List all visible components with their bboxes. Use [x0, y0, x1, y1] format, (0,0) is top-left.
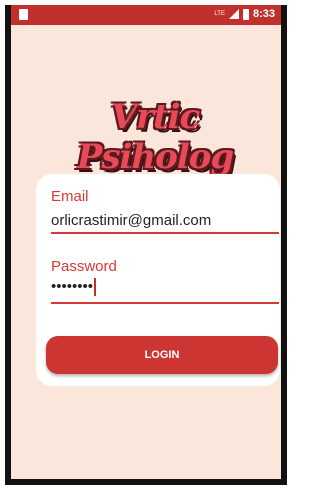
password-field[interactable]: •••••••• [51, 278, 279, 304]
clock: 8:33 [252, 8, 275, 20]
text-cursor [94, 278, 97, 297]
lte-indicator: LTE [214, 11, 225, 17]
signal-icon [228, 9, 239, 19]
login-button[interactable]: LOGIN [46, 336, 278, 374]
status-icons: LTE 8:33 [214, 8, 275, 20]
email-label: Email [51, 188, 89, 205]
app-logo: Vrtic Psiholog [76, 97, 234, 177]
password-value: •••••••• [51, 278, 94, 295]
login-card: Email Password •••••••• LOGIN [36, 174, 280, 386]
password-label: Password [51, 258, 117, 275]
sd-card-icon [19, 9, 28, 20]
status-bar: LTE 8:33 [11, 5, 281, 25]
email-field[interactable] [51, 208, 279, 234]
battery-icon [242, 8, 249, 20]
phone-screen: LTE 8:33 Vrtic Psiholog Email Password •… [5, 5, 287, 485]
